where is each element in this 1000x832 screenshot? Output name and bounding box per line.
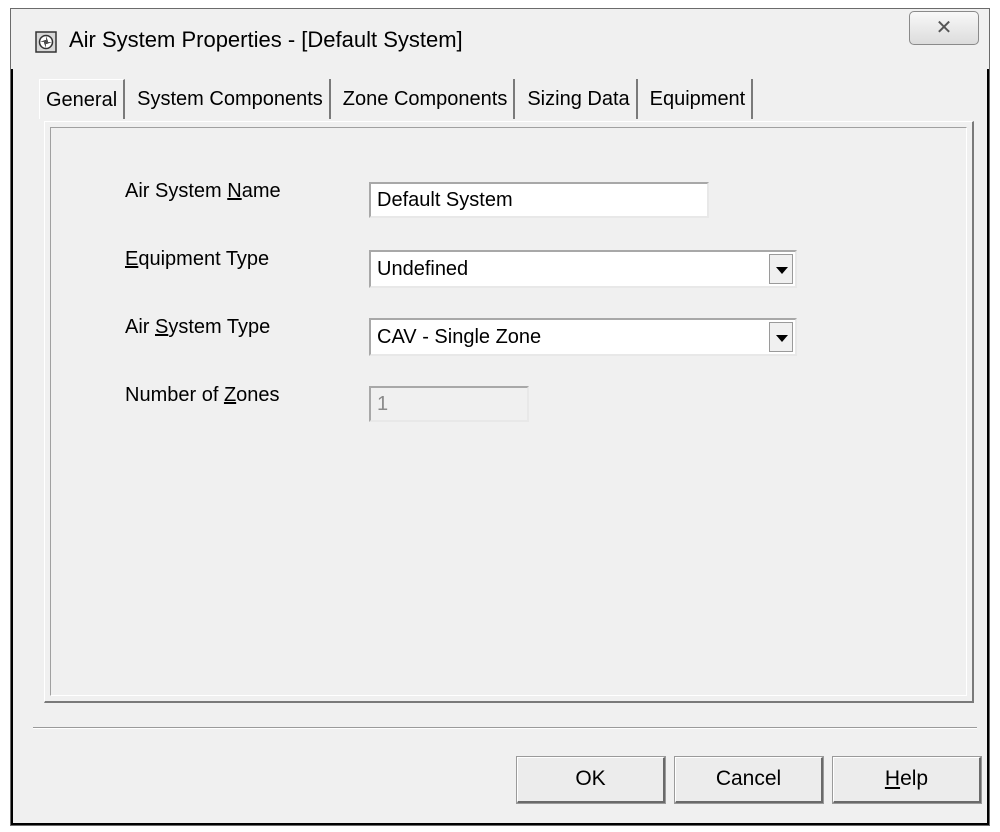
close-button[interactable]: ✕ [909, 11, 979, 45]
air-system-name-label: Air System Name [125, 180, 281, 202]
air-system-type-value: CAV - Single Zone [377, 326, 542, 348]
close-icon: ✕ [935, 17, 953, 39]
tab-zone-components[interactable]: Zone Components [337, 79, 516, 119]
title-bar: Air System Properties - [Default System]… [11, 9, 989, 69]
tab-equipment[interactable]: Equipment [644, 79, 754, 119]
tab-system-components[interactable]: System Components [131, 79, 331, 119]
equipment-type-select[interactable]: Undefined [369, 250, 797, 288]
footer-divider [33, 727, 977, 729]
air-system-type-select[interactable]: CAV - Single Zone [369, 318, 797, 356]
ok-button[interactable]: OK [516, 756, 666, 804]
help-button[interactable]: Help [832, 756, 982, 804]
fan-icon [35, 31, 57, 53]
tab-general[interactable]: General [39, 79, 126, 119]
equipment-type-label: Equipment Type [125, 248, 270, 270]
number-of-zones-label: Number of Zones [125, 384, 280, 406]
chevron-down-icon[interactable] [769, 254, 793, 284]
air-system-type-label: Air System Type [125, 316, 271, 338]
number-of-zones-input: 1 [369, 386, 529, 422]
air-system-properties-dialog: Air System Properties - [Default System]… [10, 8, 990, 826]
tab-strip: General System Components Zone Component… [39, 79, 759, 119]
tab-sizing-data[interactable]: Sizing Data [521, 79, 638, 119]
cancel-button[interactable]: Cancel [674, 756, 824, 804]
chevron-down-icon[interactable] [769, 322, 793, 352]
window-title: Air System Properties - [Default System] [69, 27, 463, 52]
air-system-name-input[interactable]: Default System [369, 182, 709, 218]
panel-frame: Air System Name Default System Equipment… [50, 127, 967, 696]
general-tab-panel: Air System Name Default System Equipment… [44, 121, 974, 703]
equipment-type-value: Undefined [377, 258, 469, 280]
